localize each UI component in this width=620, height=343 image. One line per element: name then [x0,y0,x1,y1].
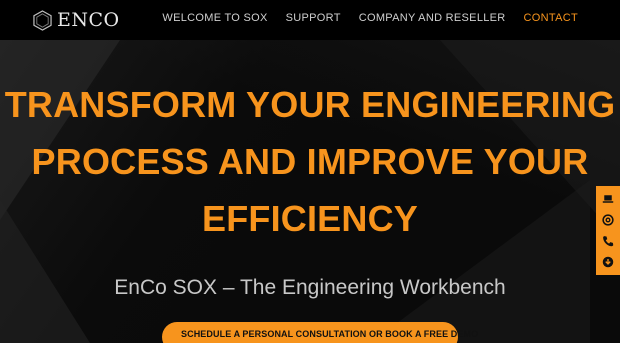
laptop-icon[interactable] [602,193,614,205]
hero-title-line: TRANSFORM YOUR ENGINEERING [4,84,616,125]
schedule-demo-button[interactable]: SCHEDULE A PERSONAL CONSULTATION OR BOOK… [162,322,478,343]
nav-item-contact[interactable]: CONTACT [524,12,578,24]
at-sign-icon[interactable] [602,214,614,226]
phone-icon[interactable] [602,235,614,247]
nav-item-support[interactable]: SUPPORT [286,12,341,24]
hero-title-line: EFFICIENCY [201,198,418,239]
main-nav: WELCOME TO SOX SUPPORT COMPANY AND RESEL… [144,12,578,24]
schedule-demo-button-label: SCHEDULE A PERSONAL CONSULTATION OR BOOK… [181,329,479,339]
download-icon[interactable] [602,256,614,268]
nav-item-company-and-reseller[interactable]: COMPANY AND RESELLER [359,12,506,24]
nav-item-welcome[interactable]: WELCOME TO SOX [162,12,267,24]
side-contact-toolbar [596,186,620,275]
hexagon-logo-icon [33,9,52,31]
hero-title-line: PROCESS AND IMPROVE YOUR [31,141,589,182]
hero-title: TRANSFORM YOUR ENGINEERING PROCESS AND I… [0,76,620,247]
site-header: ENCO WELCOME TO SOX SUPPORT COMPANY AND … [0,0,620,40]
logo-text: ENCO [57,9,120,31]
logo[interactable]: ENCO [33,9,120,31]
hero-subtitle: EnCo SOX – The Engineering Workbench [114,276,506,299]
